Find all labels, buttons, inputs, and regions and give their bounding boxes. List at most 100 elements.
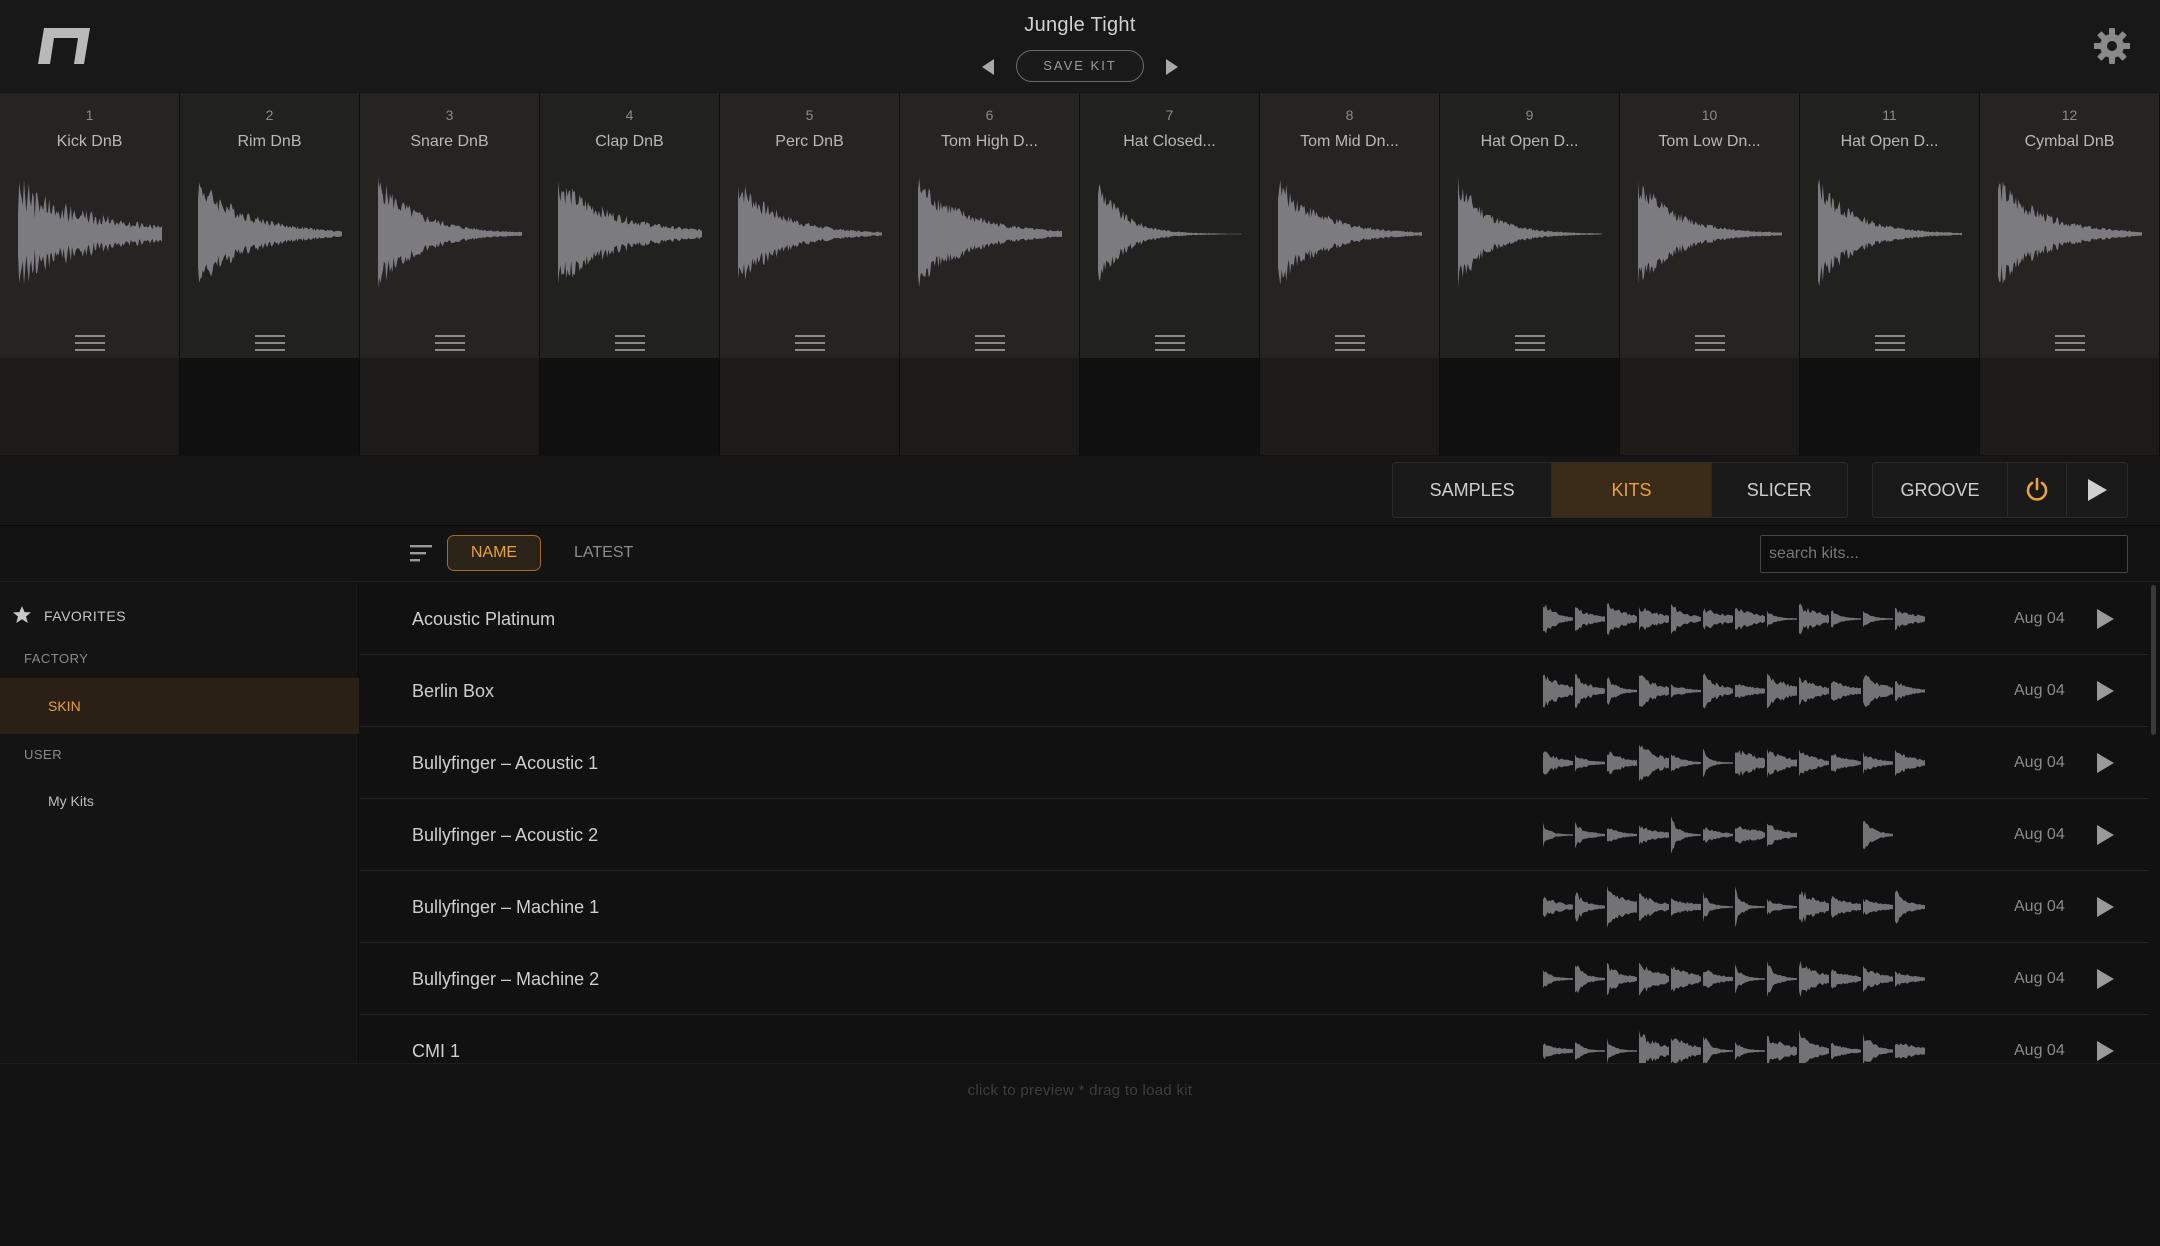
sample-waveform xyxy=(1607,1038,1637,1063)
pad-waveform xyxy=(378,177,522,289)
waveform-shape xyxy=(1278,180,1422,286)
pad-4[interactable]: 4 Clap DnB xyxy=(540,93,720,455)
play-icon[interactable] xyxy=(2094,967,2116,991)
sidebar-item-favorites[interactable]: FAVORITES xyxy=(0,598,358,634)
pad-1[interactable]: 1 Kick DnB xyxy=(0,93,180,455)
pad-name: Snare DnB xyxy=(410,133,489,150)
pad-number: 8 xyxy=(1345,107,1354,123)
sample-waveform xyxy=(1575,821,1605,849)
tab-slicer[interactable]: SLICER xyxy=(1712,463,1847,517)
sidebar-item-skin[interactable]: SKIN xyxy=(0,678,359,734)
kit-row[interactable]: Bullyfinger – Machine 2 Aug 04 xyxy=(360,943,2148,1015)
sample-waveform xyxy=(1895,680,1925,702)
pad-7[interactable]: 7 Hat Closed... xyxy=(1080,93,1260,455)
pad-number: 9 xyxy=(1525,107,1534,123)
play-icon[interactable] xyxy=(2094,823,2116,847)
sample-waveform xyxy=(1671,897,1701,917)
sample-waveform xyxy=(1735,1041,1765,1061)
waveform-shape xyxy=(198,182,342,283)
footer-hint: click to preview * drag to load kit xyxy=(967,1082,1193,1099)
search-input[interactable] xyxy=(1760,535,2128,573)
pad-5[interactable]: 5 Perc DnB xyxy=(720,93,900,455)
sidebar-item-my-kits[interactable]: My Kits xyxy=(0,783,359,819)
pad-3[interactable]: 3 Snare DnB xyxy=(360,93,540,455)
menu-icon[interactable] xyxy=(255,333,285,353)
pad-waveform xyxy=(1278,180,1422,286)
tab-kits[interactable]: KITS xyxy=(1552,463,1712,517)
sample-waveform xyxy=(1895,607,1925,631)
pad-11[interactable]: 11 Hat Open D... xyxy=(1800,93,1980,455)
sample-waveform xyxy=(1639,825,1669,845)
kit-date: Aug 04 xyxy=(2014,826,2065,843)
save-kit-button[interactable]: SAVE KIT xyxy=(1016,50,1144,82)
sample-waveform xyxy=(1607,962,1637,996)
sidebar-item-label: FAVORITES xyxy=(44,608,127,624)
sample-waveform xyxy=(1575,892,1605,922)
scrollbar[interactable] xyxy=(2148,583,2158,1063)
kit-row[interactable]: CMI 1 Aug 04 xyxy=(360,1015,2148,1063)
sample-waveform xyxy=(1607,751,1637,775)
pad-name: Tom Mid Dn... xyxy=(1300,133,1399,150)
kit-waveform-strip xyxy=(1543,744,1925,782)
play-icon[interactable] xyxy=(2094,1039,2116,1063)
pad-6[interactable]: 6 Tom High D... xyxy=(900,93,1080,455)
menu-icon[interactable] xyxy=(435,333,465,353)
sample-waveform xyxy=(1639,675,1669,707)
chevron-left-icon[interactable] xyxy=(978,56,998,78)
kit-row[interactable]: Acoustic Platinum Aug 04 xyxy=(360,583,2148,655)
pad-10[interactable]: 10 Tom Low Dn... xyxy=(1620,93,1800,455)
sample-waveform xyxy=(1639,1030,1669,1063)
sample-waveform xyxy=(1703,826,1733,844)
pad-number: 4 xyxy=(625,107,634,123)
menu-icon[interactable] xyxy=(2055,333,2085,353)
play-icon[interactable] xyxy=(2094,679,2116,703)
menu-icon[interactable] xyxy=(795,333,825,353)
play-icon xyxy=(2088,479,2108,501)
pad-waveform xyxy=(18,179,162,286)
kit-row[interactable]: Bullyfinger – Machine 1 Aug 04 xyxy=(360,871,2148,943)
sidebar-item-label: SKIN xyxy=(48,698,81,714)
play-icon[interactable] xyxy=(2094,751,2116,775)
sample-waveform xyxy=(1543,674,1573,708)
waveform-shape xyxy=(378,177,522,289)
kit-row[interactable]: Bullyfinger – Acoustic 1 Aug 04 xyxy=(360,727,2148,799)
groove-button[interactable]: GROOVE xyxy=(1873,463,2008,517)
menu-icon[interactable] xyxy=(1695,333,1725,353)
pad-12[interactable]: 12 Cymbal DnB xyxy=(1980,93,2160,455)
sample-waveform xyxy=(1543,751,1573,775)
menu-icon[interactable] xyxy=(1875,333,1905,353)
chevron-right-icon[interactable] xyxy=(1162,56,1182,78)
menu-icon[interactable] xyxy=(975,333,1005,353)
menu-icon[interactable] xyxy=(1335,333,1365,353)
play-icon[interactable] xyxy=(2094,607,2116,631)
sample-waveform xyxy=(1831,1042,1861,1060)
tab-samples[interactable]: SAMPLES xyxy=(1393,463,1553,517)
sidebar-section-user: USER xyxy=(24,747,63,762)
groove-play-button[interactable] xyxy=(2067,463,2127,517)
play-icon[interactable] xyxy=(2094,895,2116,919)
sample-waveform xyxy=(1703,892,1733,922)
sample-waveform xyxy=(1895,890,1925,924)
sample-waveform xyxy=(1863,1033,1893,1063)
gear-icon[interactable] xyxy=(2092,26,2132,66)
sort-by-name-button[interactable]: NAME xyxy=(447,535,541,571)
menu-icon[interactable] xyxy=(615,333,645,353)
kit-row[interactable]: Bullyfinger – Acoustic 2 Aug 04 xyxy=(360,799,2148,871)
sort-by-latest-button[interactable]: LATEST xyxy=(574,544,633,562)
power-button[interactable] xyxy=(2008,463,2068,517)
sample-waveform xyxy=(1895,971,1925,987)
sample-waveform xyxy=(1799,677,1829,705)
pad-9[interactable]: 9 Hat Open D... xyxy=(1440,93,1620,455)
sample-waveform xyxy=(1767,823,1797,847)
menu-icon[interactable] xyxy=(1515,333,1545,353)
menu-icon[interactable] xyxy=(75,333,105,353)
sample-waveform xyxy=(1767,1036,1797,1063)
scrollbar-thumb[interactable] xyxy=(2151,585,2156,735)
sample-waveform xyxy=(1575,1042,1605,1060)
sort-icon[interactable] xyxy=(408,542,434,564)
kit-row[interactable]: Berlin Box Aug 04 xyxy=(360,655,2148,727)
pad-2[interactable]: 2 Rim DnB xyxy=(180,93,360,455)
pad-8[interactable]: 8 Tom Mid Dn... xyxy=(1260,93,1440,455)
menu-icon[interactable] xyxy=(1155,333,1185,353)
sample-waveform xyxy=(1543,822,1573,848)
